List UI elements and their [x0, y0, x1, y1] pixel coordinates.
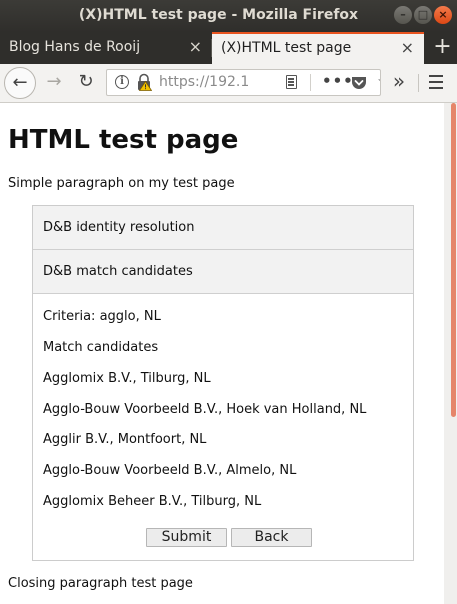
identity-resolution-header[interactable]: D&B identity resolution: [33, 206, 413, 250]
url-bar[interactable]: i https://192.1 ••• ☆: [106, 69, 381, 96]
window-title: (X)HTML test page - Mozilla Firefox: [78, 7, 359, 23]
candidates-label: Match candidates: [43, 340, 159, 355]
tab-blog-hans-de-rooij[interactable]: Blog Hans de Rooij ×: [0, 32, 212, 64]
minimize-icon[interactable]: –: [394, 6, 412, 24]
lock-warning-icon[interactable]: [136, 73, 152, 91]
criteria-text: Criteria: agglo, NL: [43, 309, 161, 324]
reader-view-icon[interactable]: [286, 75, 297, 89]
list-item[interactable]: Agglir B.V., Montfoort, NL: [43, 432, 206, 447]
tab-xhtml-test-page[interactable]: (X)HTML test page ×: [212, 32, 424, 64]
submit-button[interactable]: Submit: [146, 528, 227, 547]
page-viewport: HTML test page Simple paragraph on my te…: [0, 103, 444, 604]
pocket-icon[interactable]: [351, 75, 367, 90]
scrollbar-thumb[interactable]: [451, 103, 456, 417]
hamburger-menu-icon[interactable]: [428, 72, 446, 92]
reload-button[interactable]: ↻: [74, 70, 98, 94]
back-form-button[interactable]: Back: [231, 528, 312, 547]
tab-label: Blog Hans de Rooij: [9, 39, 141, 55]
list-item[interactable]: Agglo-Bouw Voorbeeld B.V., Hoek van Holl…: [43, 402, 366, 417]
intro-paragraph: Simple paragraph on my test page: [8, 176, 235, 191]
navigation-toolbar: ← → ↻ i https://192.1 ••• ☆ »: [0, 64, 457, 103]
page-actions-icon[interactable]: •••: [322, 70, 354, 92]
toolbar-divider: [418, 74, 419, 92]
list-item[interactable]: Agglomix Beheer B.V., Tilburg, NL: [43, 494, 261, 509]
url-text[interactable]: https://192.1: [159, 70, 249, 95]
closing-paragraph: Closing paragraph test page: [8, 576, 193, 591]
page-title: HTML test page: [8, 125, 239, 155]
close-window-icon[interactable]: ×: [434, 6, 452, 24]
maximize-icon[interactable]: □: [414, 6, 432, 24]
match-candidates-header[interactable]: D&B match candidates: [33, 250, 413, 294]
tab-strip: Blog Hans de Rooij × (X)HTML test page ×…: [0, 32, 457, 64]
info-icon[interactable]: i: [115, 75, 129, 89]
close-tab-icon[interactable]: ×: [401, 34, 414, 62]
url-divider: [310, 74, 311, 91]
overflow-icon[interactable]: »: [388, 70, 410, 94]
back-button[interactable]: ←: [4, 67, 36, 99]
close-tab-icon[interactable]: ×: [189, 32, 202, 62]
list-item[interactable]: Agglomix B.V., Tilburg, NL: [43, 371, 211, 386]
window-titlebar: (X)HTML test page - Mozilla Firefox – □ …: [0, 0, 457, 32]
tab-label: (X)HTML test page: [221, 40, 352, 56]
dnb-panel: D&B identity resolution D&B match candid…: [32, 205, 414, 561]
forward-button[interactable]: →: [42, 70, 66, 94]
list-item[interactable]: Agglo-Bouw Voorbeeld B.V., Almelo, NL: [43, 463, 296, 478]
new-tab-icon[interactable]: +: [428, 32, 457, 64]
bookmark-star-icon[interactable]: ☆: [377, 70, 380, 95]
